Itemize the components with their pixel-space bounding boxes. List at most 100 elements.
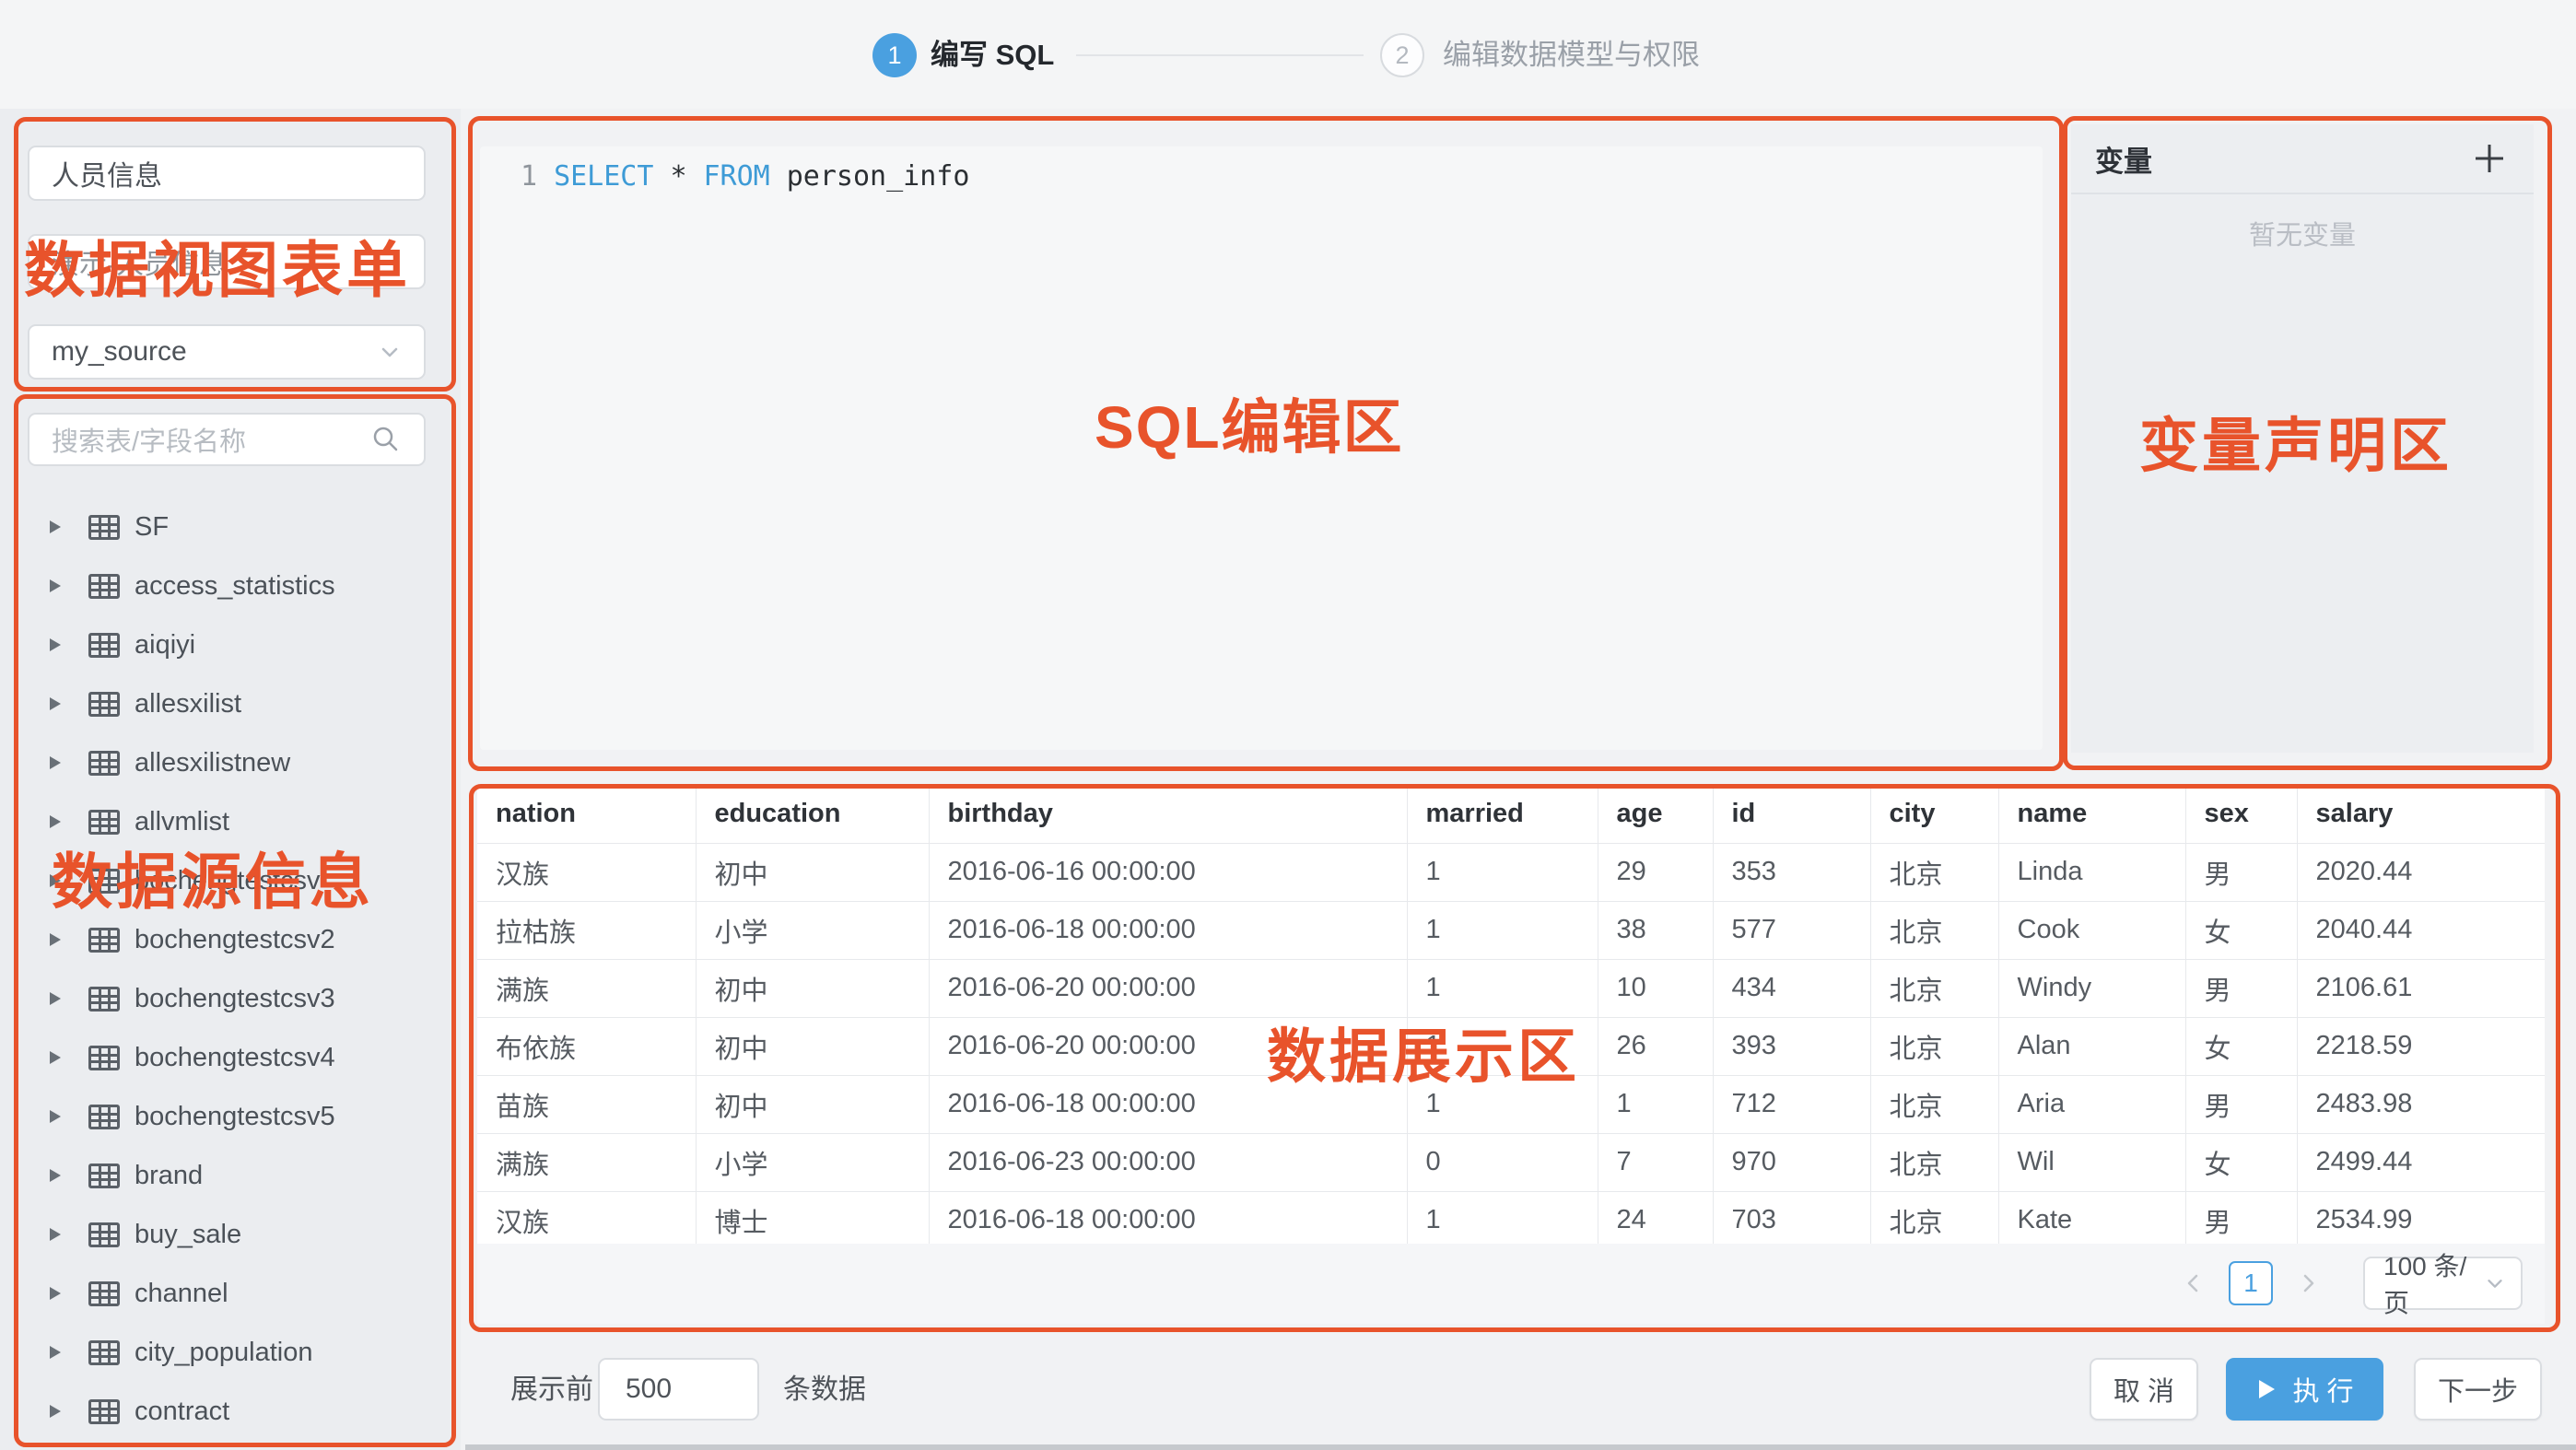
table-row: 布依族初中2016-06-20 00:00:00126393北京Alan女221… bbox=[477, 1017, 2545, 1075]
tree-item-label: bochengtestcsv3 bbox=[135, 984, 335, 1014]
table-cell: 汉族 bbox=[477, 1191, 696, 1244]
caret-right-icon[interactable] bbox=[48, 813, 63, 830]
table-cell: 初中 bbox=[696, 843, 929, 901]
caret-right-icon[interactable] bbox=[48, 519, 63, 535]
tree-item[interactable]: access_statistics bbox=[0, 556, 448, 615]
tree-item-label: bochengtestcsv4 bbox=[135, 1043, 335, 1073]
sql-editor-surface[interactable] bbox=[480, 146, 2043, 750]
tree-item[interactable]: allesxilist bbox=[0, 674, 448, 733]
table-icon bbox=[88, 1340, 120, 1365]
dataset-name-value: 人员信息 bbox=[52, 153, 162, 193]
window-bottom-divider bbox=[465, 1444, 2576, 1450]
table-cell: 北京 bbox=[1870, 843, 1998, 901]
tree-item[interactable]: brand bbox=[0, 1146, 448, 1205]
step-2-label: 编辑数据模型与权限 bbox=[1443, 39, 1700, 72]
column-header: sex bbox=[2185, 785, 2297, 843]
tree-item-label: bochengtestcsv2 bbox=[135, 925, 335, 955]
tree-item[interactable]: city_population bbox=[0, 1323, 448, 1382]
table-cell: 703 bbox=[1713, 1191, 1870, 1244]
page-size-select[interactable]: 100 条/页 bbox=[2363, 1257, 2523, 1310]
tree-item[interactable]: SF bbox=[0, 497, 448, 556]
tree-item[interactable]: bochengtestcsv bbox=[0, 851, 448, 910]
table-cell: 10 bbox=[1598, 959, 1713, 1017]
tree-item-label: brand bbox=[135, 1161, 203, 1191]
caret-right-icon[interactable] bbox=[48, 1403, 63, 1420]
pagination-bar: 1 100 条/页 bbox=[477, 1244, 2545, 1323]
tree-item[interactable]: bochengtestcsv2 bbox=[0, 910, 448, 969]
table-cell: 男 bbox=[2185, 1075, 2297, 1133]
table-cell: 北京 bbox=[1870, 1191, 1998, 1244]
caret-right-icon[interactable] bbox=[48, 1167, 63, 1184]
table-search-input[interactable]: 搜索表/字段名称 bbox=[28, 413, 426, 466]
caret-right-icon[interactable] bbox=[48, 578, 63, 594]
caret-right-icon[interactable] bbox=[48, 754, 63, 771]
caret-right-icon[interactable] bbox=[48, 1226, 63, 1243]
caret-right-icon[interactable] bbox=[48, 637, 63, 653]
dataset-name-input[interactable]: 人员信息 bbox=[28, 146, 426, 201]
table-cell: 1 bbox=[1407, 1017, 1598, 1075]
previous-page-icon[interactable] bbox=[2175, 1265, 2212, 1302]
table-cell: 苗族 bbox=[477, 1075, 696, 1133]
table-cell: 北京 bbox=[1870, 959, 1998, 1017]
tree-item[interactable]: bochengtestcsv3 bbox=[0, 969, 448, 1028]
table-cell: 2016-06-18 00:00:00 bbox=[929, 1191, 1407, 1244]
sql-code-line[interactable]: 1SELECT*FROMperson_info bbox=[521, 158, 986, 195]
caret-right-icon[interactable] bbox=[48, 931, 63, 948]
tree-item-label: allesxilist bbox=[135, 689, 241, 719]
tree-item-label: buy_sale bbox=[135, 1220, 241, 1250]
current-page-button[interactable]: 1 bbox=[2229, 1261, 2273, 1305]
table-cell: 满族 bbox=[477, 1133, 696, 1191]
tree-item[interactable]: channel bbox=[0, 1264, 448, 1323]
table-cell: 2016-06-16 00:00:00 bbox=[929, 843, 1407, 901]
column-header: city bbox=[1870, 785, 1998, 843]
dataset-description-value: 演示-人员信息 bbox=[52, 241, 227, 282]
sql-star: * bbox=[670, 160, 686, 193]
tree-item[interactable]: contract bbox=[0, 1382, 448, 1433]
table-icon bbox=[88, 1222, 120, 1247]
table-cell: 博士 bbox=[696, 1191, 929, 1244]
tree-item[interactable]: bochengtestcsv4 bbox=[0, 1028, 448, 1087]
datasource-select[interactable]: my_source bbox=[28, 324, 426, 380]
tree-item[interactable]: buy_sale bbox=[0, 1205, 448, 1264]
tree-item[interactable]: bochengtestcsv5 bbox=[0, 1087, 448, 1146]
caret-right-icon[interactable] bbox=[48, 696, 63, 712]
tree-item[interactable]: aiqiyi bbox=[0, 615, 448, 674]
table-cell: 北京 bbox=[1870, 1017, 1998, 1075]
table-icon bbox=[88, 928, 120, 953]
caret-right-icon[interactable] bbox=[48, 990, 63, 1007]
next-step-button[interactable]: 下一步 bbox=[2414, 1358, 2542, 1421]
chevron-down-icon bbox=[378, 340, 402, 364]
table-cell: 2040.44 bbox=[2297, 901, 2545, 959]
sql-keyword-select: SELECT bbox=[554, 160, 653, 193]
run-button[interactable]: 执 行 bbox=[2226, 1358, 2383, 1421]
table-cell: Kate bbox=[1998, 1191, 2185, 1244]
table-cell: 拉枯族 bbox=[477, 901, 696, 959]
dataset-description-input[interactable]: 演示-人员信息 bbox=[28, 234, 426, 289]
table-cell: 1 bbox=[1407, 1191, 1598, 1244]
tree-item[interactable]: allesxilistnew bbox=[0, 733, 448, 792]
tree-item-label: city_population bbox=[135, 1338, 312, 1368]
table-cell: 29 bbox=[1598, 843, 1713, 901]
column-header: education bbox=[696, 785, 929, 843]
add-variable-button[interactable] bbox=[2469, 138, 2510, 179]
caret-right-icon[interactable] bbox=[48, 1049, 63, 1066]
row-limit-input[interactable] bbox=[598, 1358, 759, 1421]
tree-item[interactable]: allvmlist bbox=[0, 792, 448, 851]
result-table-container[interactable]: nationeducationbirthdaymarriedageidcityn… bbox=[477, 785, 2545, 1244]
table-cell: Cook bbox=[1998, 901, 2185, 959]
caret-right-icon[interactable] bbox=[48, 1344, 63, 1361]
next-page-icon[interactable] bbox=[2289, 1265, 2326, 1302]
table-icon bbox=[88, 1164, 120, 1188]
caret-right-icon[interactable] bbox=[48, 872, 63, 889]
tree-item-label: channel bbox=[135, 1279, 228, 1309]
table-cell: 1 bbox=[1407, 959, 1598, 1017]
caret-right-icon[interactable] bbox=[48, 1108, 63, 1125]
cancel-button[interactable]: 取 消 bbox=[2090, 1358, 2198, 1421]
table-cell: Wil bbox=[1998, 1133, 2185, 1191]
table-cell: 1 bbox=[1407, 901, 1598, 959]
table-cell: 970 bbox=[1713, 1133, 1870, 1191]
table-cell: Windy bbox=[1998, 959, 2185, 1017]
search-icon bbox=[370, 424, 402, 455]
column-header: id bbox=[1713, 785, 1870, 843]
caret-right-icon[interactable] bbox=[48, 1285, 63, 1302]
